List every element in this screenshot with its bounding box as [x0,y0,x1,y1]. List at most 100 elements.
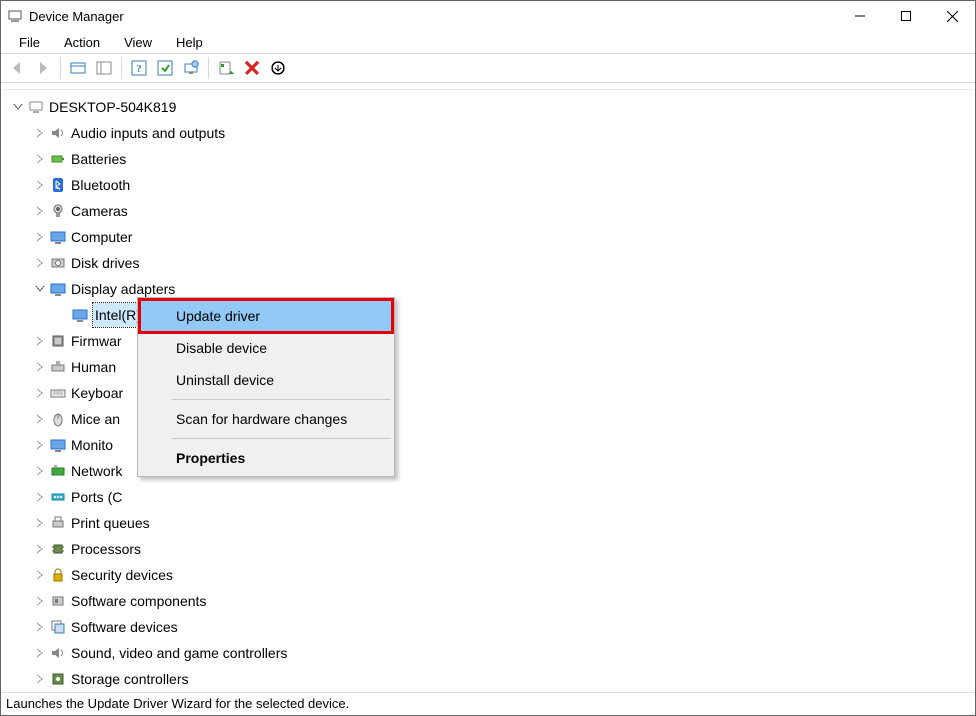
chevron-right-icon[interactable] [33,542,47,556]
chevron-right-icon[interactable] [33,204,47,218]
window-title: Device Manager [29,9,124,24]
chevron-down-icon[interactable] [11,100,25,114]
show-hidden-button[interactable] [66,56,90,80]
chevron-right-icon[interactable] [33,178,47,192]
chevron-right-icon[interactable] [33,334,47,348]
battery-icon [49,150,67,168]
hid-icon [49,358,67,376]
toolbar-separator [121,57,122,79]
chevron-right-icon[interactable] [33,360,47,374]
forward-button[interactable] [31,56,55,80]
computer-icon [49,228,67,246]
chevron-right-icon[interactable] [33,386,47,400]
chevron-right-icon[interactable] [33,672,47,686]
tree-item-label: Software components [71,589,206,613]
context-menu: Update driver Disable device Uninstall d… [137,297,395,477]
tree-item-printqueues[interactable]: Print queues [11,510,973,536]
back-button[interactable] [5,56,29,80]
context-menu-separator [172,438,391,439]
tree-item-label: Processors [71,537,141,561]
scan-hardware-button[interactable] [179,56,203,80]
context-menu-disable-device[interactable]: Disable device [140,332,392,364]
tree-item-software-devices[interactable]: Software devices [11,614,973,640]
network-icon [49,462,67,480]
close-button[interactable] [929,1,975,31]
tree-item-label: Network [71,459,122,483]
help-button[interactable]: ? [127,56,151,80]
chevron-right-icon[interactable] [33,230,47,244]
tree-item-sound[interactable]: Sound, video and game controllers [11,640,973,666]
chevron-right-icon[interactable] [33,256,47,270]
chevron-down-icon[interactable] [33,282,47,296]
tree-item-label: Disk drives [71,251,139,275]
security-icon [49,566,67,584]
chevron-right-icon[interactable] [33,594,47,608]
menu-action[interactable]: Action [54,33,110,52]
maximize-button[interactable] [883,1,929,31]
chevron-right-icon[interactable] [33,646,47,660]
menu-help[interactable]: Help [166,33,213,52]
svg-text:?: ? [136,63,142,75]
chevron-right-icon[interactable] [33,464,47,478]
tree-item-computer[interactable]: Computer [11,224,973,250]
chevron-right-icon[interactable] [33,516,47,530]
uninstall-button[interactable] [240,56,264,80]
disable-button[interactable] [266,56,290,80]
tree-item-label: Print queues [71,511,150,535]
tree-item-label: Storage controllers [71,667,189,690]
context-menu-scan-hardware[interactable]: Scan for hardware changes [140,403,392,435]
menu-view[interactable]: View [114,33,162,52]
context-menu-item-label: Update driver [176,308,260,324]
context-menu-separator [172,399,391,400]
tree-root[interactable]: DESKTOP-504K819 [11,94,973,120]
tree-item-ports[interactable]: Ports (C [11,484,973,510]
tree-item-software-components[interactable]: Software components [11,588,973,614]
tree-item-label: Mice an [71,407,120,431]
mouse-icon [49,410,67,428]
tree-item-security[interactable]: Security devices [11,562,973,588]
processor-icon [49,540,67,558]
ports-icon [49,488,67,506]
tree-item-processors[interactable]: Processors [11,536,973,562]
tree-item-audio[interactable]: Audio inputs and outputs [11,120,973,146]
context-menu-item-label: Disable device [176,340,267,356]
tree-item-label: Batteries [71,147,126,171]
tree-item-label: Audio inputs and outputs [71,121,225,145]
tree-item-disk[interactable]: Disk drives [11,250,973,276]
menu-bar: File Action View Help [1,31,975,53]
tree-item-batteries[interactable]: Batteries [11,146,973,172]
tree-item-storage[interactable]: Storage controllers [11,666,973,690]
context-menu-update-driver[interactable]: Update driver [140,300,392,332]
chevron-right-icon[interactable] [33,568,47,582]
disk-icon [49,254,67,272]
expander-spacer [55,308,69,322]
properties-button[interactable] [153,56,177,80]
software-component-icon [49,592,67,610]
context-menu-item-label: Scan for hardware changes [176,411,347,427]
speaker-icon [49,644,67,662]
chevron-right-icon[interactable] [33,126,47,140]
chevron-right-icon[interactable] [33,620,47,634]
tree-item-label: Monito [71,433,113,457]
chevron-right-icon[interactable] [33,438,47,452]
bluetooth-icon [49,176,67,194]
menu-file[interactable]: File [9,33,50,52]
toolbar-separator [208,57,209,79]
context-menu-properties[interactable]: Properties [140,442,392,474]
update-driver-button[interactable] [214,56,238,80]
context-menu-uninstall-device[interactable]: Uninstall device [140,364,392,396]
software-icon [49,618,67,636]
title-bar: Device Manager [1,1,975,31]
chevron-right-icon[interactable] [33,412,47,426]
tree-item-label: Firmwar [71,329,122,353]
tree-item-bluetooth[interactable]: Bluetooth [11,172,973,198]
chevron-right-icon[interactable] [33,152,47,166]
camera-icon [49,202,67,220]
context-menu-item-label: Uninstall device [176,372,274,388]
tree-item-cameras[interactable]: Cameras [11,198,973,224]
minimize-button[interactable] [837,1,883,31]
tree-item-label: Cameras [71,199,128,223]
tree-view-button[interactable] [92,56,116,80]
chevron-right-icon[interactable] [33,490,47,504]
speaker-icon [49,124,67,142]
